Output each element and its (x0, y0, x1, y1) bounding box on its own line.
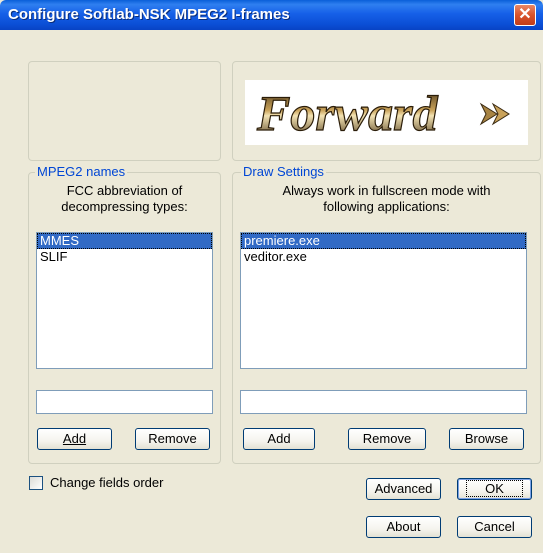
mpeg2-names-list[interactable]: MMES SLIF (36, 232, 213, 369)
draw-remove-button[interactable]: Remove (348, 428, 426, 450)
cancel-label: Cancel (474, 519, 515, 534)
logo-text: Forward (256, 85, 439, 141)
list-item[interactable]: veditor.exe (241, 249, 526, 265)
cancel-button[interactable]: Cancel (457, 516, 532, 538)
mpeg2-description: FCC abbreviation of decompressing types: (28, 183, 221, 215)
about-label: About (386, 519, 421, 534)
configure-dialog: Configure Softlab-NSK MPEG2 I-frames ✕ F… (0, 0, 543, 553)
draw-description: Always work in fullscreen mode with foll… (232, 183, 541, 215)
mpeg2-add-label: Add (62, 431, 87, 446)
change-fields-order-checkbox[interactable] (29, 476, 43, 490)
mpeg2-description-line1: FCC abbreviation of (66, 183, 183, 198)
list-item[interactable]: premiere.exe (241, 233, 526, 249)
applications-list[interactable]: premiere.exe veditor.exe (240, 232, 527, 369)
draw-remove-label: Remove (362, 431, 412, 446)
top-left-panel (28, 61, 221, 161)
mpeg2-remove-button[interactable]: Remove (135, 428, 210, 450)
draw-add-button[interactable]: Add (243, 428, 315, 450)
mpeg2-add-button[interactable]: Add (37, 428, 112, 450)
double-arrow-icon (479, 102, 510, 126)
window-title: Configure Softlab-NSK MPEG2 I-frames (8, 6, 290, 23)
title-bar[interactable]: Configure Softlab-NSK MPEG2 I-frames ✕ (0, 0, 543, 30)
close-button[interactable]: ✕ (514, 4, 536, 26)
browse-button[interactable]: Browse (449, 428, 524, 450)
application-input[interactable] (240, 390, 527, 414)
list-item[interactable]: SLIF (37, 249, 212, 265)
draw-add-label: Add (267, 431, 291, 446)
draw-description-line2: following applications: (323, 199, 450, 214)
draw-description-line1: Always work in fullscreen mode with (282, 183, 491, 198)
ok-label: OK (466, 480, 523, 497)
mpeg2-name-input[interactable] (36, 390, 213, 414)
forward-logo: Forward (245, 80, 528, 145)
forward-logo-graphic: Forward (255, 84, 510, 142)
mpeg2-description-line2: decompressing types: (61, 199, 188, 214)
mpeg2-names-legend: MPEG2 names (35, 164, 128, 179)
ok-button[interactable]: OK (457, 478, 532, 500)
draw-settings-legend: Draw Settings (241, 164, 326, 179)
browse-label: Browse (464, 431, 509, 446)
close-icon: ✕ (518, 6, 532, 23)
change-fields-order-label[interactable]: Change fields order (50, 475, 163, 490)
list-item[interactable]: MMES (37, 233, 212, 249)
about-button[interactable]: About (366, 516, 441, 538)
advanced-label: Advanced (374, 481, 433, 496)
mpeg2-remove-label: Remove (148, 431, 197, 446)
advanced-button[interactable]: Advanced (366, 478, 441, 500)
